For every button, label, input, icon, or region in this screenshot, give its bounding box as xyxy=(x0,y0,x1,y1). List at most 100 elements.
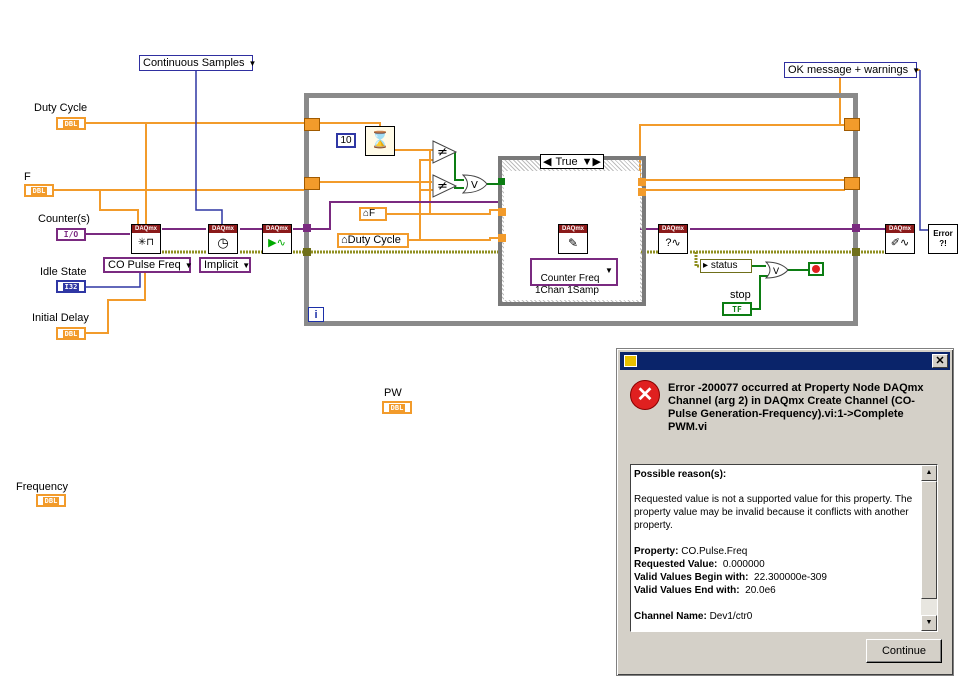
f-tunnel xyxy=(304,177,320,190)
task-tunnel-out xyxy=(852,224,860,232)
case-out-tunnel-1 xyxy=(638,178,646,186)
channel-type-value: CO Pulse Freq xyxy=(108,259,181,271)
duty-cycle-label: Duty Cycle xyxy=(34,102,88,114)
case-tunnel-f xyxy=(498,208,506,216)
vi-header: DAQmx xyxy=(659,225,687,233)
stop-icon xyxy=(812,265,820,273)
timing-value: Implicit xyxy=(204,259,239,271)
f-label: F xyxy=(24,171,31,183)
channel-label: Channel Name: xyxy=(634,611,707,622)
vi-header: DAQmx xyxy=(886,225,914,233)
daqmx-start-task-vi[interactable]: DAQmx ▶∿ xyxy=(262,224,292,254)
or-node-stop[interactable]: V xyxy=(765,261,789,279)
prev-case-icon[interactable]: ◀ xyxy=(543,155,551,168)
stop-terminal[interactable]: TF xyxy=(722,302,752,316)
arrow-right-icon: ▸ xyxy=(703,260,709,271)
f-terminal[interactable]: DBL xyxy=(24,184,54,197)
counters-terminal[interactable]: I/O xyxy=(56,228,86,241)
frequency-terminal[interactable]: DBL xyxy=(36,494,66,507)
case-selector[interactable]: ◀ True ▼▶ xyxy=(540,154,604,169)
counters-label: Counter(s) xyxy=(38,213,90,225)
timing-ring[interactable]: Implicit ▼ xyxy=(199,257,251,273)
loop-iteration-terminal: i xyxy=(308,307,324,322)
pencil-icon: ✎ xyxy=(567,236,579,250)
not-equal-icon: ≠ xyxy=(437,145,448,160)
idle-state-terminal[interactable]: I32 xyxy=(56,280,86,293)
vi-header: DAQmx xyxy=(263,225,291,233)
or-icon: V xyxy=(773,267,780,277)
unbundle-by-name[interactable]: ▸ status xyxy=(700,259,752,273)
reasons-scrollbar[interactable]: ▲ ▼ xyxy=(921,465,937,631)
daqmx-timing-vi[interactable]: DAQmx ◷ xyxy=(208,224,238,254)
not-equal-icon: ≠ xyxy=(437,179,448,194)
error-mode-ring[interactable]: OK message + warnings ▼ xyxy=(784,62,920,78)
duty-local-variable[interactable]: ⌂Duty Cycle xyxy=(337,233,409,248)
property-row: Property: CO.Pulse.Freq xyxy=(634,545,919,558)
channel-type-ring[interactable]: CO Pulse Freq ▼ xyxy=(103,257,193,273)
sample-mode-ring[interactable]: Continuous Samples ▼ xyxy=(139,55,256,71)
requested-value: 0.000000 xyxy=(722,559,765,570)
dialog-titlebar[interactable]: ✕ xyxy=(620,352,950,370)
simple-error-handler-vi[interactable]: Error ?! xyxy=(928,224,958,254)
duty-cycle-terminal[interactable]: DBL xyxy=(56,117,86,130)
property-label: Property: xyxy=(634,546,679,557)
requested-label: Requested Value: xyxy=(634,559,718,570)
property-value: CO.Pulse.Freq xyxy=(681,546,748,557)
initial-delay-terminal[interactable]: DBL xyxy=(56,327,86,340)
question-icon: ?∿ xyxy=(665,237,681,249)
stop-label: stop xyxy=(730,289,751,301)
reason-text: Requested value is not a supported value… xyxy=(634,494,913,531)
pw-label: PW xyxy=(384,387,402,399)
loop-condition[interactable] xyxy=(808,262,824,276)
begin-row: Valid Values Begin with: 22.300000e-309 xyxy=(634,571,919,584)
next-case-icon[interactable]: ▼▶ xyxy=(582,155,601,168)
frequency-label: Frequency xyxy=(16,481,68,493)
continue-button[interactable]: Continue xyxy=(866,639,942,663)
chevron-down-icon: ▼ xyxy=(184,260,193,270)
daqmx-clear-task-vi[interactable]: DAQmx ✐∿ xyxy=(885,224,915,254)
pulse-icon: ✳⊓ xyxy=(137,237,155,248)
scroll-down-icon[interactable]: ▼ xyxy=(921,615,937,631)
daqmx-create-channel-vi[interactable]: DAQmx ✳⊓ xyxy=(131,224,161,254)
possible-reasons-heading: Possible reason(s): xyxy=(634,469,727,480)
labview-icon xyxy=(624,355,637,367)
vi-header: DAQmx xyxy=(209,225,237,233)
daqmx-is-task-done-vi[interactable]: DAQmx ?∿ xyxy=(658,224,688,254)
not-equal-node-2[interactable]: ≠ xyxy=(432,174,458,198)
case-out-tunnel-2 xyxy=(638,188,646,196)
initial-delay-label: Initial Delay xyxy=(32,312,89,324)
status-label: status xyxy=(710,260,738,271)
case-tunnel-duty xyxy=(498,234,506,242)
write-mode-value: Counter Freq 1Chan 1Samp xyxy=(535,273,600,296)
scroll-thumb[interactable] xyxy=(921,481,937,599)
pw-terminal[interactable]: DBL xyxy=(382,401,412,414)
scroll-up-icon[interactable]: ▲ xyxy=(921,465,937,481)
play-icon: ▶∿ xyxy=(268,237,286,249)
chevron-down-icon: ▼ xyxy=(248,58,257,68)
error-tunnel xyxy=(303,248,311,256)
idle-state-label: Idle State xyxy=(40,266,87,278)
task-tunnel xyxy=(303,224,311,232)
wait-ms-constant[interactable]: 10 xyxy=(336,133,356,148)
possible-reasons-box[interactable]: Possible reason(s): Requested value is n… xyxy=(630,464,938,632)
f-shift-register xyxy=(844,177,860,190)
f-local-label: F xyxy=(369,208,376,219)
daqmx-write-vi[interactable]: DAQmx ✎ xyxy=(558,224,588,254)
f-local-variable[interactable]: ⌂F xyxy=(359,207,387,221)
case-selector-terminal xyxy=(498,178,505,185)
vi-header: DAQmx xyxy=(559,225,587,233)
clock-icon: ◷ xyxy=(217,235,229,250)
channel-value: Dev1/ctr0 xyxy=(709,611,753,622)
requested-row: Requested Value: 0.000000 xyxy=(634,558,919,571)
close-button[interactable]: ✕ xyxy=(932,354,948,368)
chevron-down-icon: ▼ xyxy=(605,266,613,275)
begin-label: Valid Values Begin with: xyxy=(634,572,749,583)
duty-shift-register xyxy=(844,118,860,131)
metronome-icon[interactable]: ⌛ xyxy=(365,126,395,156)
end-label: Valid Values End with: xyxy=(634,585,740,596)
or-icon: V xyxy=(471,180,478,191)
end-value: 20.0e6 xyxy=(745,585,776,596)
not-equal-node[interactable]: ≠ xyxy=(432,140,458,164)
or-node[interactable]: V xyxy=(462,174,488,194)
error-handler-label: Error ?! xyxy=(933,229,953,248)
